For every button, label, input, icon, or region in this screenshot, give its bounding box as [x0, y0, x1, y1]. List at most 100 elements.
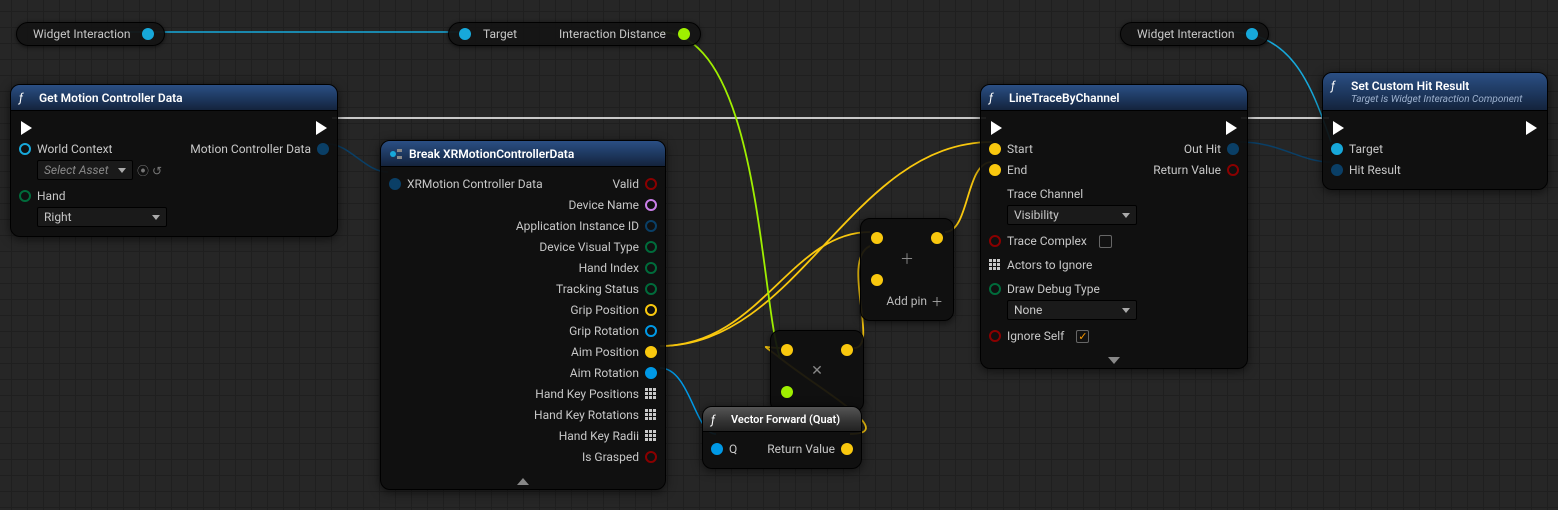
expand-toggle[interactable] [381, 476, 665, 489]
pin-grip-rot[interactable] [645, 325, 657, 337]
label-debug: Draw Debug Type [1007, 282, 1100, 296]
expand-toggle[interactable] [981, 355, 1247, 368]
pin-hand-index[interactable] [645, 262, 657, 274]
pin-aim-pos[interactable] [645, 346, 657, 358]
exec-in[interactable] [21, 121, 32, 135]
node-header[interactable]: Break XRMotionControllerData [381, 141, 665, 167]
pin-dist-out[interactable] [678, 28, 690, 40]
pin-hand[interactable] [19, 190, 31, 202]
pin-debug[interactable] [989, 283, 1001, 295]
node-header[interactable]: ƒ Get Motion Controller Data [11, 85, 337, 111]
pin-target[interactable] [1331, 143, 1343, 155]
select-hand[interactable]: Right [37, 207, 167, 227]
node-break-xrmcdata[interactable]: Break XRMotionControllerData XRMotion Co… [380, 140, 666, 490]
node-subtitle: Target is Widget Interaction Component [1351, 94, 1537, 105]
exec-out[interactable] [1526, 121, 1537, 135]
pin-grip-pos[interactable] [645, 304, 657, 316]
label-target: Target [483, 27, 517, 41]
label-in: XRMotion Controller Data [407, 177, 543, 191]
pin-visual-type[interactable] [645, 241, 657, 253]
select-trace-channel[interactable]: Visibility [1007, 205, 1137, 225]
node-set-custom-hit[interactable]: ƒ Set Custom Hit Result Target is Widget… [1322, 72, 1548, 190]
checkbox-complex[interactable] [1099, 235, 1112, 248]
function-icon: ƒ [989, 91, 1003, 105]
node-title: Set Custom Hit Result [1351, 79, 1537, 93]
label-channel: Trace Channel [1007, 187, 1083, 201]
pin-grasped[interactable] [645, 451, 657, 463]
pin-out[interactable] [1246, 28, 1258, 40]
node-multiply[interactable]: ✕ [770, 330, 864, 412]
label-app-id: Application Instance ID [516, 219, 639, 233]
pin-retval[interactable] [1227, 164, 1239, 176]
label-retval: Return Value [1153, 163, 1221, 177]
exec-in[interactable] [1333, 121, 1344, 135]
exec-out[interactable] [1226, 121, 1237, 135]
pin-valid[interactable] [645, 178, 657, 190]
pin-end[interactable] [989, 164, 1001, 176]
pin-q[interactable] [711, 443, 723, 455]
label-grip-rot: Grip Rotation [569, 324, 639, 338]
select-asset[interactable]: Select Asset [37, 160, 133, 180]
pin-a[interactable] [781, 344, 793, 356]
pin-start[interactable] [989, 143, 1001, 155]
pin-out[interactable] [142, 28, 154, 40]
label-addpin: Add pin [886, 294, 927, 308]
node-header[interactable]: ƒ Set Custom Hit Result Target is Widget… [1323, 73, 1547, 111]
label-mcdata: Motion Controller Data [190, 142, 311, 156]
pin-mcdata-out[interactable] [317, 143, 329, 155]
checkbox-ignore-self[interactable] [1076, 330, 1089, 343]
label-dist: Interaction Distance [559, 27, 666, 41]
pin-hk-rot[interactable] [645, 409, 657, 421]
label-actors: Actors to Ignore [1007, 258, 1092, 272]
pin-out[interactable] [931, 232, 943, 244]
exec-out[interactable] [316, 121, 327, 135]
label-hitresult: Hit Result [1349, 163, 1401, 177]
var-target-interaction-distance[interactable]: Target Interaction Distance [448, 22, 701, 46]
pin-device-name[interactable] [645, 199, 657, 211]
pin-target-in[interactable] [459, 28, 471, 40]
pin-b[interactable] [781, 386, 793, 398]
pin-outhit[interactable] [1227, 143, 1239, 155]
node-get-motion-controller-data[interactable]: ƒ Get Motion Controller Data World Conte… [10, 84, 338, 237]
pin-in[interactable] [389, 178, 401, 190]
pin-aim-rot[interactable] [645, 367, 657, 379]
label-q: Q [729, 442, 737, 456]
pin-tracking[interactable] [645, 283, 657, 295]
node-add[interactable]: ＋ Add pin＋ [860, 218, 954, 321]
pin-a[interactable] [871, 232, 883, 244]
label-valid: Valid [612, 177, 639, 191]
label-hand-index: Hand Index [579, 261, 639, 275]
label-target: Target [1349, 142, 1383, 156]
label-return: Return Value [767, 442, 835, 456]
node-title: Get Motion Controller Data [39, 91, 327, 105]
node-header[interactable]: ƒ LineTraceByChannel [981, 85, 1247, 111]
label-grip-pos: Grip Position [570, 303, 639, 317]
select-debug-type[interactable]: None [1007, 300, 1137, 320]
label-ignore: Ignore Self [1007, 329, 1064, 343]
var-widget-interaction-right[interactable]: Widget Interaction [1120, 22, 1269, 46]
node-linetrace[interactable]: ƒ LineTraceByChannel StartOut Hit EndRet… [980, 84, 1248, 369]
node-title: LineTraceByChannel [1009, 91, 1237, 105]
node-vector-forward[interactable]: ƒ Vector Forward (Quat) Q Return Value [702, 406, 862, 469]
label-start: Start [1007, 142, 1033, 156]
refresh-icon[interactable]: ⦿ ↺ [137, 162, 162, 179]
var-widget-interaction-left[interactable]: Widget Interaction [16, 22, 165, 46]
pin-app-id[interactable] [645, 220, 657, 232]
pin-actors-ignore[interactable] [989, 259, 1001, 271]
label-hk-rot: Hand Key Rotations [534, 408, 639, 422]
pin-hitresult[interactable] [1331, 164, 1343, 176]
pin-ignore-self[interactable] [989, 330, 1001, 342]
pin-world-context[interactable] [19, 143, 31, 155]
pin-hk-rad[interactable] [645, 430, 657, 442]
pin-complex[interactable] [989, 235, 1001, 247]
exec-in[interactable] [991, 121, 1002, 135]
node-title: Vector Forward (Quat) [731, 413, 851, 426]
node-header[interactable]: ƒ Vector Forward (Quat) [703, 407, 861, 432]
pin-out[interactable] [841, 443, 853, 455]
label-outhit: Out Hit [1184, 142, 1221, 156]
pin-out[interactable] [841, 344, 853, 356]
add-pin-icon[interactable]: ＋ [931, 293, 943, 310]
pin-hk-pos[interactable] [645, 388, 657, 400]
pin-b[interactable] [871, 274, 883, 286]
label-hk-pos: Hand Key Positions [535, 387, 639, 401]
